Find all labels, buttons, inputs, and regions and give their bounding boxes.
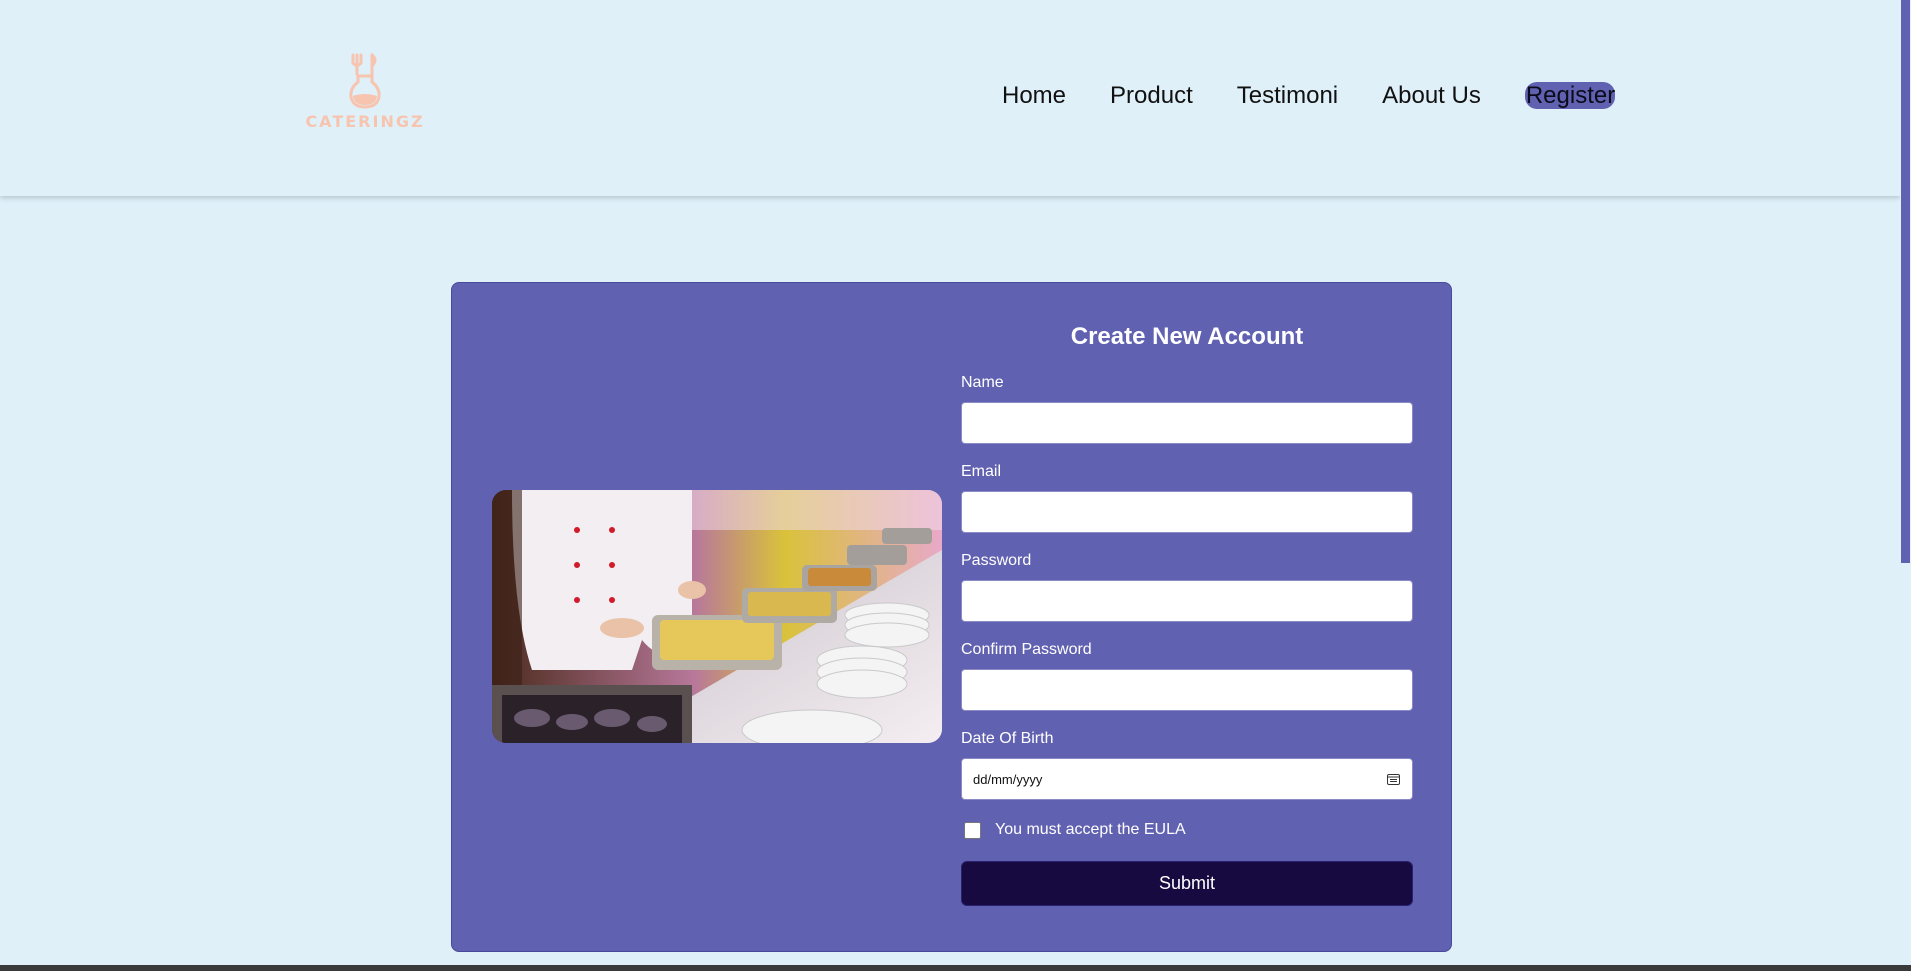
nav-about-us[interactable]: About Us — [1382, 82, 1481, 109]
main-nav: Home Product Testimoni About Us Register — [1002, 82, 1615, 109]
date-of-birth-label: Date Of Birth — [961, 730, 1054, 747]
nav-home[interactable]: Home — [1002, 82, 1066, 109]
window-bottom-edge — [0, 965, 1911, 971]
email-input[interactable] — [961, 491, 1413, 533]
date-of-birth-input[interactable]: dd/mm/yyyy — [961, 758, 1413, 800]
eula-row: You must accept the EULA — [961, 821, 1413, 839]
confirm-password-input[interactable] — [961, 669, 1413, 711]
register-card: Create New Account Name Email Password C… — [451, 282, 1452, 952]
password-label: Password — [961, 552, 1032, 569]
submit-button[interactable]: Submit — [961, 861, 1413, 906]
eula-label: You must accept the EULA — [995, 821, 1186, 838]
register-form: Create New Account Name Email Password C… — [961, 283, 1413, 906]
calendar-icon[interactable] — [1387, 773, 1400, 785]
nav-product[interactable]: Product — [1110, 82, 1193, 109]
nav-register-button[interactable]: Register — [1524, 82, 1615, 109]
confirm-password-label: Confirm Password — [961, 641, 1092, 658]
brand-logo[interactable]: CATERINGZ — [303, 52, 427, 136]
name-label: Name — [961, 374, 1004, 391]
brand-name: CATERINGZ — [305, 112, 425, 131]
form-title: Create New Account — [1070, 323, 1304, 350]
catering-flask-icon — [349, 53, 381, 109]
scrollbar-thumb[interactable] — [1901, 0, 1910, 563]
site-header: CATERINGZ Home Product Testimoni About U… — [0, 0, 1900, 196]
eula-checkbox[interactable] — [964, 821, 981, 839]
password-input[interactable] — [961, 580, 1413, 622]
date-placeholder: dd/mm/yyyy — [973, 772, 1043, 787]
email-label: Email — [961, 463, 1002, 480]
catering-buffet-image — [492, 490, 942, 743]
nav-testimoni[interactable]: Testimoni — [1237, 82, 1338, 109]
name-input[interactable] — [961, 402, 1413, 444]
